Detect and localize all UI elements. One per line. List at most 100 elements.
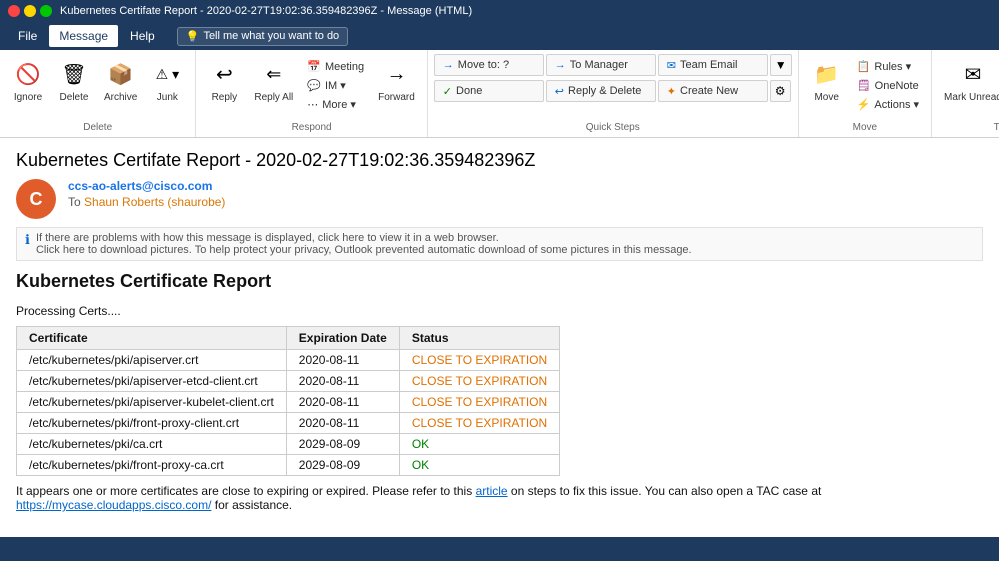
quicksteps-row1: → Move to: ? → To Manager ✉ Team Email ▼: [434, 54, 792, 76]
footer-text: It appears one or more certificates are …: [16, 484, 983, 512]
mark-unread-button[interactable]: ✉ Mark Unread: [938, 54, 999, 108]
qs-to-manager-label: To Manager: [570, 59, 628, 71]
window-controls[interactable]: [8, 5, 52, 17]
qs-create-new[interactable]: ✦ Create New: [658, 80, 768, 102]
respond-group-label: Respond: [292, 120, 332, 133]
cert-status: CLOSE TO EXPIRATION: [399, 350, 559, 371]
qs-move-to[interactable]: → Move to: ?: [434, 54, 544, 76]
reply-label: Reply: [212, 92, 238, 104]
more-icon: ⋯: [307, 98, 318, 111]
actions-icon: ⚡: [857, 98, 871, 111]
mark-unread-label: Mark Unread: [944, 92, 999, 104]
respond-group-content: ↩ Reply ⇐ Reply All 📅 Move to: ? Meeting…: [202, 54, 420, 120]
actions-button[interactable]: ⚡ Actions ▾: [851, 96, 925, 113]
qs-move-to-label: Move to: ?: [458, 59, 509, 71]
cert-expiry: 2029-08-09: [286, 434, 399, 455]
junk-button[interactable]: ⚠ ▾ Junk: [145, 54, 189, 108]
cert-expiry: 2029-08-09: [286, 455, 399, 476]
onenote-icon: 🗒: [857, 79, 871, 92]
footer-mid: on steps to fix this issue. You can also…: [508, 484, 822, 498]
reply-button[interactable]: ↩ Reply: [202, 54, 246, 108]
to-name: Shaun Roberts (shaurobe): [84, 195, 225, 209]
status-bar: [0, 537, 999, 561]
certificate-table: Certificate Expiration Date Status /etc/…: [16, 326, 560, 476]
respond-small-buttons: 📅 Move to: ? Meeting 💬 IM ▾ ⋯ More ▾: [301, 54, 370, 113]
email-content: Kubernetes Certificate Report Processing…: [16, 271, 983, 512]
processing-text: Processing Certs....: [16, 304, 983, 318]
forward-button[interactable]: → Forward: [372, 54, 421, 108]
tags-group-label: Tags: [994, 120, 999, 133]
cert-path: /etc/kubernetes/pki/apiserver-kubelet-cl…: [17, 392, 287, 413]
reply-icon: ↩: [208, 58, 240, 90]
cert-expiry: 2020-08-11: [286, 413, 399, 434]
qs-done[interactable]: ✓ Done: [434, 80, 544, 102]
qs-create-new-label: Create New: [680, 85, 738, 97]
email-from-info: ccs-ao-alerts@cisco.com To Shaun Roberts…: [68, 179, 225, 209]
reply-all-button[interactable]: ⇐ Reply All: [248, 54, 299, 108]
to-manager-icon: →: [555, 59, 566, 71]
cert-status: CLOSE TO EXPIRATION: [399, 413, 559, 434]
qs-team-email[interactable]: ✉ Team Email: [658, 54, 768, 76]
minimize-btn[interactable]: [24, 5, 36, 17]
article-link[interactable]: article: [476, 484, 508, 498]
tell-me-box[interactable]: 💡 Tell me what you want to do: [177, 27, 348, 46]
ribbon-group-delete: 🚫 Ignore 🗑 Delete 📦 Archive ⚠ ▾ Junk Del…: [0, 50, 196, 137]
qs-done-label: Done: [456, 85, 482, 97]
ignore-button[interactable]: 🚫 Ignore: [6, 54, 50, 108]
qs-team-email-label: Team Email: [680, 59, 737, 71]
close-btn[interactable]: [8, 5, 20, 17]
menu-message[interactable]: Message: [49, 25, 118, 47]
menu-file[interactable]: File: [8, 25, 47, 47]
menu-help[interactable]: Help: [120, 25, 165, 47]
privacy-text1: If there are problems with how this mess…: [36, 232, 499, 244]
ignore-icon: 🚫: [12, 58, 44, 90]
cert-path: /etc/kubernetes/pki/front-proxy-client.c…: [17, 413, 287, 434]
more-button[interactable]: ⋯ More ▾: [301, 96, 370, 113]
qs-reply-delete-label: Reply & Delete: [568, 85, 641, 97]
move-icon: 📁: [811, 58, 843, 90]
qs-expand-btn[interactable]: ▼: [770, 54, 792, 76]
meeting-button[interactable]: 📅 Move to: ? Meeting: [301, 58, 370, 75]
forward-label: Forward: [378, 92, 415, 104]
table-row: /etc/kubernetes/pki/front-proxy-client.c…: [17, 413, 560, 434]
email-heading: Kubernetes Certificate Report: [16, 271, 983, 292]
quicksteps-row2: ✓ Done ↩ Reply & Delete ✦ Create New ⚙: [434, 80, 791, 102]
maximize-btn[interactable]: [40, 5, 52, 17]
privacy-notice: ℹ If there are problems with how this me…: [16, 227, 983, 261]
cert-expiry: 2020-08-11: [286, 392, 399, 413]
reply-all-label: Reply All: [254, 92, 293, 104]
delete-button[interactable]: 🗑 Delete: [52, 54, 96, 108]
cert-status: CLOSE TO EXPIRATION: [399, 392, 559, 413]
team-email-icon: ✉: [667, 59, 676, 72]
col-status: Status: [399, 327, 559, 350]
qs-settings-btn[interactable]: ⚙: [770, 80, 791, 102]
forward-icon: →: [380, 58, 412, 90]
im-button[interactable]: 💬 IM ▾: [301, 77, 370, 94]
move-label: Move: [814, 92, 838, 104]
ribbon-group-tags: ✉ Mark Unread 🏷 Categorize Tags: [932, 50, 999, 137]
table-row: /etc/kubernetes/pki/apiserver-kubelet-cl…: [17, 392, 560, 413]
rules-button[interactable]: 📋 Rules ▾: [851, 58, 925, 75]
qs-reply-delete[interactable]: ↩ Reply & Delete: [546, 80, 656, 102]
tac-link[interactable]: https://mycase.cloudapps.cisco.com/: [16, 498, 211, 512]
col-cert: Certificate: [17, 327, 287, 350]
move-button[interactable]: 📁 Move: [805, 54, 849, 108]
menu-bar: File Message Help 💡 Tell me what you wan…: [0, 22, 999, 50]
mark-unread-icon: ✉: [957, 58, 989, 90]
table-row: /etc/kubernetes/pki/apiserver-etcd-clien…: [17, 371, 560, 392]
ribbon-group-move: 📁 Move 📋 Rules ▾ 🗒 OneNote ⚡ Actions ▾ M…: [799, 50, 932, 137]
title-bar: Kubernetes Certifate Report - 2020-02-27…: [0, 0, 999, 22]
delete-group-label: Delete: [83, 120, 112, 133]
onenote-button[interactable]: 🗒 OneNote: [851, 77, 925, 94]
tell-me-text: Tell me what you want to do: [203, 30, 339, 42]
footer-end: for assistance.: [211, 498, 292, 512]
ribbon-group-respond: ↩ Reply ⇐ Reply All 📅 Move to: ? Meeting…: [196, 50, 427, 137]
move-to-icon: →: [443, 59, 454, 71]
table-row: /etc/kubernetes/pki/apiserver.crt2020-08…: [17, 350, 560, 371]
email-meta: C ccs-ao-alerts@cisco.com To Shaun Rober…: [16, 179, 983, 227]
table-row: /etc/kubernetes/pki/ca.crt2029-08-09OK: [17, 434, 560, 455]
archive-button[interactable]: 📦 Archive: [98, 54, 143, 108]
qs-to-manager[interactable]: → To Manager: [546, 54, 656, 76]
junk-label: Junk: [157, 92, 178, 104]
lightbulb-icon: 💡: [186, 30, 200, 43]
